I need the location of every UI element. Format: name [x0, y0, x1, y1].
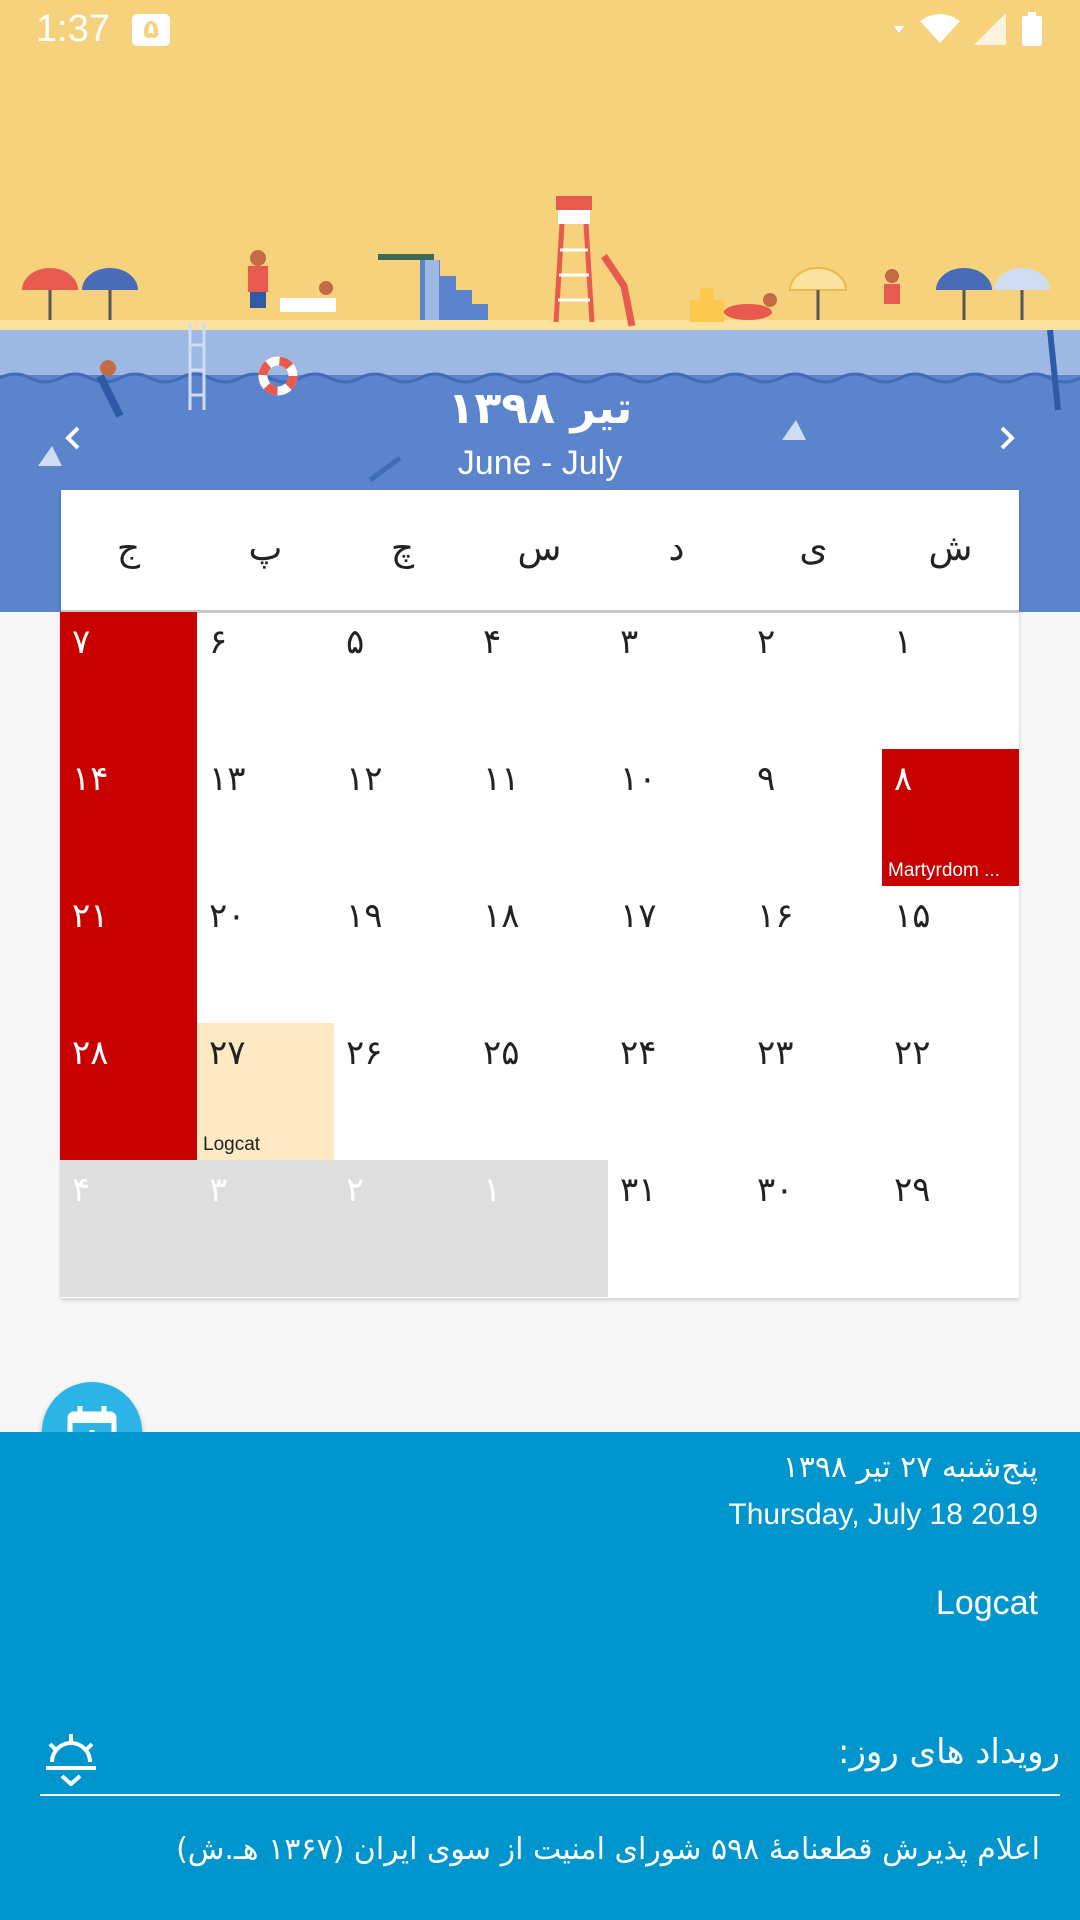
weekday-label: چ	[390, 528, 415, 569]
month-subtitle: June - July	[457, 444, 623, 482]
day-number: ۱۵	[894, 896, 931, 936]
day-cell[interactable]: ۲۵	[471, 1023, 608, 1160]
day-cell[interactable]: ۱۰	[608, 749, 745, 886]
day-number: ۳۰	[757, 1170, 794, 1210]
day-number: ۲۴	[620, 1033, 657, 1073]
day-number: ۱۸	[483, 896, 520, 936]
persian-date[interactable]: پنج‌شنبه ۲۷ تیر ۱۳۹۸	[783, 1450, 1038, 1485]
status-bar: 1:37 ۵	[0, 0, 1080, 60]
weekday-header: شیدسچپج	[61, 490, 1019, 613]
weekday-label: پ	[248, 528, 283, 569]
day-cell[interactable]: ۱۶	[745, 886, 882, 1023]
day-event-label: Martyrdom ...	[888, 860, 1000, 881]
day-event-label: Logcat	[203, 1134, 261, 1155]
day-cell[interactable]: ۷	[60, 612, 197, 749]
day-cell[interactable]: ۲۲	[882, 1023, 1019, 1160]
weekday-label: ی	[799, 528, 828, 569]
day-number: ۱۰	[620, 759, 657, 799]
day-number: ۲۸	[72, 1033, 109, 1073]
day-number: ۱	[894, 622, 913, 662]
day-cell[interactable]: ۴	[471, 612, 608, 749]
gregorian-date[interactable]: Thursday, July 18 2019	[728, 1498, 1038, 1532]
day-cell[interactable]: ۱۷	[608, 886, 745, 1023]
events-header: رویداد های روز:	[838, 1732, 1060, 1772]
day-cell[interactable]: ۳۰	[745, 1160, 882, 1297]
day-number: ۱۶	[757, 896, 794, 936]
day-cell[interactable]: ۴	[60, 1160, 197, 1297]
day-cell[interactable]: ۹	[745, 749, 882, 886]
day-cell[interactable]: ۵	[334, 612, 471, 749]
cell-signal-icon	[974, 13, 1006, 45]
day-cell[interactable]: ۲	[334, 1160, 471, 1297]
day-number: ۱۱	[483, 759, 520, 799]
notification-icon: ۵	[132, 14, 170, 46]
day-number: ۳	[209, 1170, 228, 1210]
day-cell[interactable]: ۶	[197, 612, 334, 749]
day-number: ۲۷	[209, 1033, 246, 1073]
day-number: ۸	[894, 759, 913, 799]
day-details-panel: پنج‌شنبه ۲۷ تیر ۱۳۹۸ Thursday, July 18 2…	[0, 1432, 1080, 1920]
day-number: ۱۴	[72, 759, 109, 799]
day-number: ۲۹	[894, 1170, 931, 1210]
day-cell[interactable]: ۲۹	[882, 1160, 1019, 1297]
day-number: ۱۳	[209, 759, 246, 799]
day-cell[interactable]: ۲۳	[745, 1023, 882, 1160]
day-number: ۲۲	[894, 1033, 931, 1073]
day-cell[interactable]: ۳	[608, 612, 745, 749]
calendar-grid: شیدسچپج ۱ ۲ ۳ ۴ ۵ ۶ ۷ ۸ Martyrdom ... ۹ ۱۰ ۱۱ ۱۲ ۱۳ ۱۴…	[60, 490, 1019, 1298]
day-number: ۲۰	[209, 896, 246, 936]
day-cell[interactable]: ۱۳	[197, 749, 334, 886]
day-cell[interactable]: ۱	[882, 612, 1019, 749]
day-cell[interactable]: ۲۸	[60, 1023, 197, 1160]
day-number: ۲۵	[483, 1033, 520, 1073]
day-cell[interactable]: ۳۱	[608, 1160, 745, 1297]
day-number: ۱	[483, 1170, 502, 1210]
status-time: 1:37	[36, 8, 110, 50]
divider	[40, 1794, 1060, 1796]
day-number: ۱۲	[346, 759, 383, 799]
day-number: ۲۶	[346, 1033, 383, 1073]
day-cell[interactable]: ۱۴	[60, 749, 197, 886]
day-cell[interactable]: ۱۵	[882, 886, 1019, 1023]
month-title[interactable]: تیر ۱۳۹۸	[0, 383, 1080, 434]
day-number: ۲۱	[72, 896, 109, 936]
day-cell[interactable]: ۲	[745, 612, 882, 749]
weekday-label: س	[517, 528, 562, 569]
day-number: ۵	[346, 622, 365, 662]
sunrise-icon[interactable]	[44, 1732, 98, 1786]
weekday-label: ج	[116, 528, 141, 569]
weekday-label: د	[668, 528, 685, 569]
day-number: ۴	[72, 1170, 91, 1210]
wifi-icon	[920, 14, 960, 43]
weekday-label: ش	[928, 528, 973, 569]
day-cell[interactable]: ۲۴	[608, 1023, 745, 1160]
day-cell[interactable]: ۲۱	[60, 886, 197, 1023]
day-cell[interactable]: ۳	[197, 1160, 334, 1297]
day-number: ۱۹	[346, 896, 383, 936]
day-cell[interactable]: ۱۹	[334, 886, 471, 1023]
day-event[interactable]: Logcat	[936, 1584, 1038, 1623]
day-cell[interactable]: ۱۲	[334, 749, 471, 886]
day-cell[interactable]: ۱	[471, 1160, 608, 1297]
day-cell[interactable]: ۸ Martyrdom ...	[882, 749, 1019, 886]
day-cell[interactable]: ۲۷ Logcat	[197, 1023, 334, 1160]
data-arrows-icon	[894, 26, 904, 33]
day-number: ۴	[483, 622, 502, 662]
day-cell[interactable]: ۲۶	[334, 1023, 471, 1160]
day-cell[interactable]: ۲۰	[197, 886, 334, 1023]
battery-icon	[1022, 12, 1042, 46]
day-number: ۲۳	[757, 1033, 794, 1073]
day-number: ۲	[757, 622, 776, 662]
day-number: ۳	[620, 622, 639, 662]
day-number: ۹	[757, 759, 776, 799]
day-number: ۷	[72, 622, 91, 662]
day-number: ۶	[209, 622, 228, 662]
day-number: ۲	[346, 1170, 365, 1210]
occasion-text: اعلام پذیرش قطعنامهٔ ۵۹۸ شورای امنیت از …	[176, 1832, 1040, 1867]
day-number: ۱۷	[620, 896, 657, 936]
day-cell[interactable]: ۱۸	[471, 886, 608, 1023]
day-number: ۳۱	[620, 1170, 657, 1210]
day-cell[interactable]: ۱۱	[471, 749, 608, 886]
